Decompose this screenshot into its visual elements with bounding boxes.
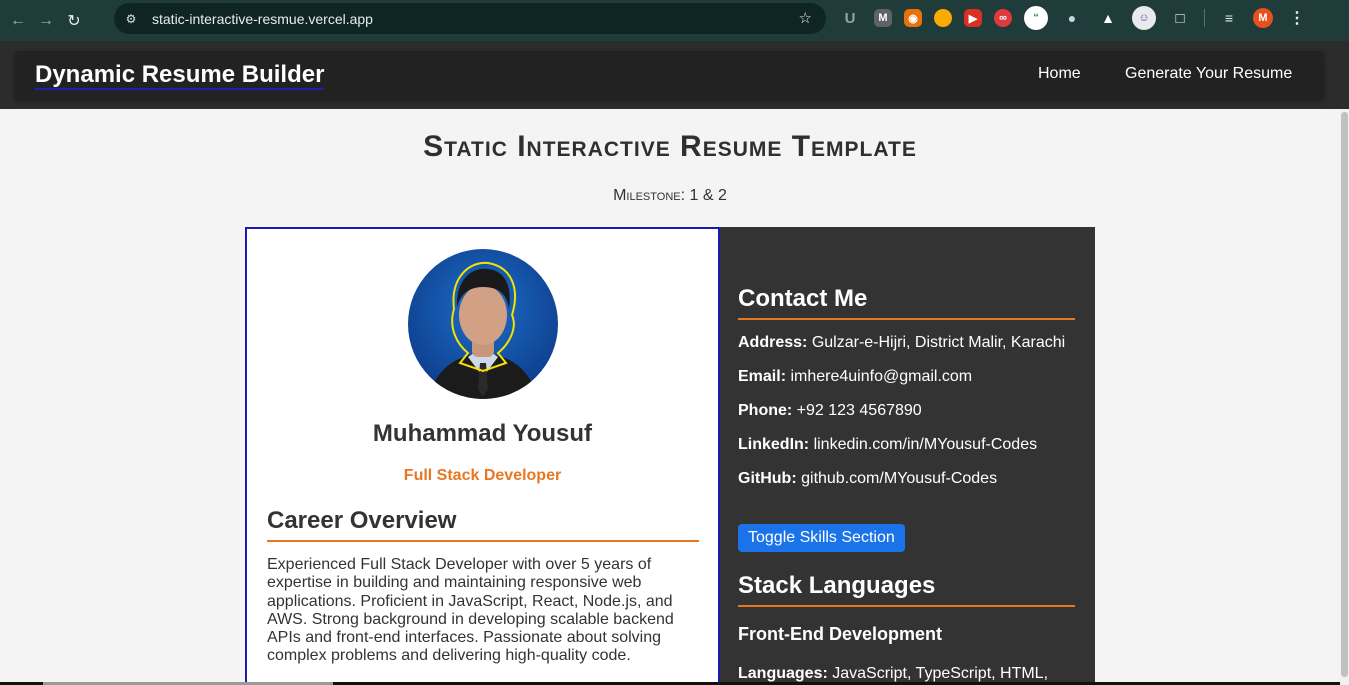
- contact-email-label: Email:: [738, 368, 787, 385]
- toolbar-separator: [1204, 9, 1205, 27]
- stack-languages-heading: Stack Languages: [738, 572, 1075, 607]
- extension-moon-icon[interactable]: [934, 9, 952, 27]
- nav-generate-resume-link[interactable]: Generate Your Resume: [1125, 65, 1292, 83]
- contact-phone-label: Phone:: [738, 402, 793, 419]
- toggle-skills-button[interactable]: Toggle Skills Section: [738, 524, 905, 552]
- extension-triangle-icon[interactable]: ▲: [1096, 6, 1120, 30]
- reading-list-icon[interactable]: ≡: [1217, 6, 1241, 30]
- contact-github: GitHub: github.com/MYousuf-Codes: [738, 470, 997, 488]
- contact-email-value[interactable]: imhere4uinfo@gmail.com: [790, 368, 972, 385]
- vertical-scrollbar-thumb[interactable]: [1341, 112, 1348, 677]
- contact-github-label: GitHub:: [738, 470, 797, 487]
- menu-kebab-icon[interactable]: ⋮: [1285, 6, 1309, 30]
- contact-phone-value: +92 123 4567890: [796, 402, 922, 419]
- navbar: Dynamic Resume Builder Home Generate You…: [15, 51, 1324, 99]
- contact-heading: Contact Me: [738, 285, 1075, 320]
- contact-address-label: Address:: [738, 334, 808, 351]
- forward-icon[interactable]: →: [32, 7, 60, 35]
- extension-infinity-icon[interactable]: ∞: [994, 9, 1012, 27]
- brand-title[interactable]: Dynamic Resume Builder: [35, 62, 325, 90]
- extension-search-icon[interactable]: ◉: [904, 9, 922, 27]
- contact-linkedin: LinkedIn: linkedin.com/in/MYousuf-Codes: [738, 436, 1037, 454]
- resume-left-column: Muhammad Yousuf Full Stack Developer Car…: [245, 227, 720, 685]
- page-title: Static Interactive Resume Template: [423, 130, 917, 163]
- extension-u-icon[interactable]: U: [838, 6, 862, 30]
- languages-label: Languages:: [738, 665, 828, 682]
- site-header: Dynamic Resume Builder Home Generate You…: [0, 41, 1349, 109]
- page-subtitle: Milestone: 1 & 2: [613, 187, 727, 204]
- person-role: Full Stack Developer: [403, 467, 562, 484]
- site-settings-icon[interactable]: ⚙: [120, 8, 142, 30]
- career-overview-heading: Career Overview: [267, 507, 699, 542]
- profile-avatar[interactable]: M: [1253, 8, 1273, 28]
- extensions-puzzle-icon[interactable]: □: [1168, 6, 1192, 30]
- contact-linkedin-value[interactable]: linkedin.com/in/MYousuf-Codes: [814, 436, 1038, 453]
- contact-linkedin-label: LinkedIn:: [738, 436, 810, 453]
- contact-email: Email: imhere4uinfo@gmail.com: [738, 368, 972, 386]
- extension-avatar-icon[interactable]: ☺: [1132, 6, 1156, 30]
- address-bar[interactable]: ⚙ static-interactive-resmue.vercel.app ☆: [114, 3, 826, 34]
- extension-quote-icon[interactable]: “: [1024, 6, 1048, 30]
- contact-address-value: Gulzar-e-Hijri, District Malir, Karachi: [811, 334, 1066, 351]
- profile-photo: [408, 249, 558, 399]
- career-overview-text: Experienced Full Stack Developer with ov…: [267, 556, 674, 665]
- contact-github-value[interactable]: github.com/MYousuf-Codes: [801, 470, 997, 487]
- frontend-heading: Front-End Development: [738, 624, 943, 644]
- contact-address: Address: Gulzar-e-Hijri, District Malir,…: [738, 334, 1065, 352]
- contact-phone: Phone: +92 123 4567890: [738, 402, 922, 420]
- resume-card: Muhammad Yousuf Full Stack Developer Car…: [245, 227, 1095, 685]
- extension-m-icon[interactable]: M: [874, 9, 892, 27]
- frontend-languages: Languages: JavaScript, TypeScript, HTML,: [738, 665, 1048, 683]
- person-name: Muhammad Yousuf: [372, 420, 593, 447]
- languages-value: JavaScript, TypeScript, HTML,: [832, 665, 1049, 682]
- url-text[interactable]: static-interactive-resmue.vercel.app: [152, 11, 373, 27]
- resume-right-column: Contact Me Address: Gulzar-e-Hijri, Dist…: [720, 227, 1095, 685]
- nav-home-link[interactable]: Home: [1038, 65, 1081, 83]
- bookmark-star-icon[interactable]: ☆: [799, 9, 812, 27]
- back-icon[interactable]: ←: [4, 7, 32, 35]
- extensions-bar: U M ◉ ▶ ∞ “ ● ▲ ☺ □ ≡ M ⋮: [838, 6, 1321, 30]
- profile-photo-illustration: [428, 261, 538, 399]
- browser-toolbar: ← → ↻ ⚙ static-interactive-resmue.vercel…: [0, 0, 1349, 41]
- extension-paw-icon[interactable]: ●: [1060, 6, 1084, 30]
- reload-icon[interactable]: ↻: [60, 7, 88, 35]
- extension-video-icon[interactable]: ▶: [964, 9, 982, 27]
